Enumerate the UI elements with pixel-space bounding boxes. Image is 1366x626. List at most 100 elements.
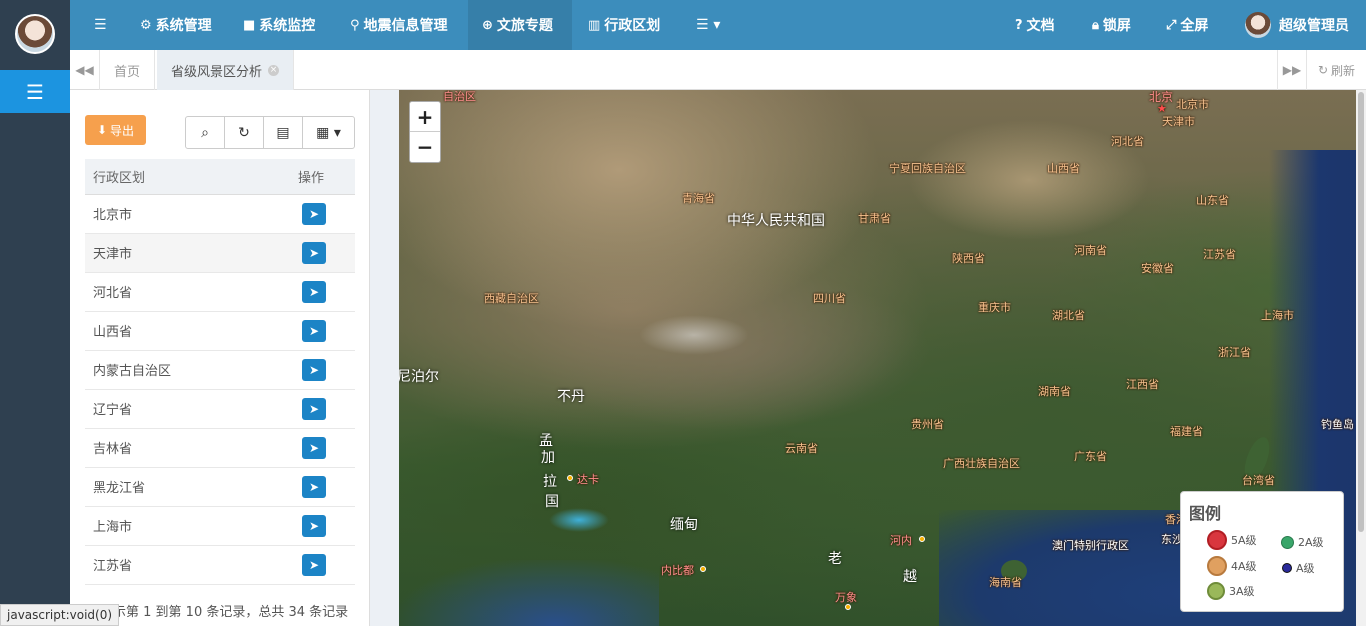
search-button[interactable]: ⌕ bbox=[186, 117, 225, 148]
table-row[interactable]: 吉林省 ➤ bbox=[85, 428, 355, 468]
table-row[interactable]: 辽宁省 ➤ bbox=[85, 389, 355, 429]
map-label-country: 不丹 bbox=[557, 389, 585, 405]
nav-more-dropdown[interactable]: ☰ ▾ bbox=[696, 0, 720, 50]
map-label: 西藏自治区 bbox=[484, 292, 539, 305]
map-label: 贵州省 bbox=[911, 418, 944, 431]
menu-toggle-button[interactable]: ☰ bbox=[94, 0, 107, 50]
user-avatar-small bbox=[1245, 12, 1271, 38]
zoom-out-button[interactable]: − bbox=[410, 132, 440, 162]
locate-button[interactable]: ➤ bbox=[302, 319, 326, 342]
paper-plane-icon: ➤ bbox=[308, 401, 320, 416]
zoom-in-button[interactable]: + bbox=[410, 102, 440, 132]
paper-plane-icon: ➤ bbox=[308, 362, 320, 377]
lock-icon: 🔒︎ bbox=[1092, 17, 1099, 33]
map-view[interactable]: 自治区 北京 ★ 北京市 天津市 河北省 宁夏回族自治区 山西省 青海省 中华人… bbox=[399, 90, 1356, 626]
region-cell: 河北省 bbox=[85, 272, 290, 312]
download-icon: ⬇ bbox=[96, 123, 108, 137]
paper-plane-icon: ➤ bbox=[308, 245, 320, 260]
tab-bar: ◀◀ 首页 省级风景区分析 × ▶▶ ↻ 刷新 bbox=[70, 50, 1366, 90]
locate-button[interactable]: ➤ bbox=[302, 358, 326, 381]
refresh-button[interactable]: ↻ 刷新 bbox=[1307, 50, 1366, 90]
map-label: 澳门特别行政区 bbox=[1052, 539, 1129, 552]
nav-item-culture-tourism[interactable]: ⊕ 文旅专题 bbox=[468, 0, 572, 50]
close-tab-icon[interactable]: × bbox=[268, 64, 280, 76]
nav-item-earthquake-info[interactable]: ⚲ 地震信息管理 bbox=[350, 0, 448, 50]
toggle-view-button[interactable]: ▤ bbox=[264, 117, 303, 148]
nav-item-administrative-division[interactable]: ▥ 行政区划 bbox=[588, 0, 660, 50]
locate-button[interactable]: ➤ bbox=[302, 397, 326, 420]
city-dot bbox=[919, 536, 925, 542]
refresh-icon: ↻ bbox=[1317, 63, 1329, 77]
forward-icon: ▶▶ bbox=[1282, 63, 1302, 77]
globe-icon: ⊕ bbox=[482, 17, 493, 33]
list-dropdown-icon: ☰ ▾ bbox=[696, 17, 721, 33]
map-label: 青海省 bbox=[682, 192, 715, 205]
map-label: 陕西省 bbox=[952, 252, 985, 265]
paper-plane-icon: ➤ bbox=[308, 518, 320, 533]
table-row[interactable]: 黑龙江省 ➤ bbox=[85, 467, 355, 507]
locate-button[interactable]: ➤ bbox=[302, 280, 326, 303]
table-row[interactable]: 江苏省 ➤ bbox=[85, 545, 355, 585]
locate-button[interactable]: ➤ bbox=[302, 514, 326, 537]
export-button[interactable]: ⬇ 导出 bbox=[85, 115, 146, 145]
region-cell: 天津市 bbox=[85, 233, 290, 273]
fullscreen-button[interactable]: ⤢ 全屏 bbox=[1166, 0, 1208, 50]
tab-scenic-area-analysis[interactable]: 省级风景区分析 × bbox=[157, 50, 295, 90]
scrollbar-thumb[interactable] bbox=[1358, 92, 1364, 532]
locate-button[interactable]: ➤ bbox=[302, 553, 326, 576]
locate-button[interactable]: ➤ bbox=[302, 241, 326, 264]
tabs-scroll-right-button[interactable]: ▶▶ bbox=[1277, 50, 1307, 90]
docs-link[interactable]: ? 文档 bbox=[1015, 0, 1055, 50]
map-label-capital: 达卡 bbox=[577, 473, 599, 486]
paper-plane-icon: ➤ bbox=[308, 440, 320, 455]
tab-home[interactable]: 首页 bbox=[100, 50, 156, 90]
hamburger-icon: ☰ bbox=[94, 17, 107, 33]
region-cell: 北京市 bbox=[85, 194, 290, 234]
map-label-country: 加 bbox=[541, 450, 555, 466]
table-row[interactable]: 北京市 ➤ bbox=[85, 194, 355, 234]
column-header-region[interactable]: 行政区划 bbox=[85, 159, 290, 195]
paper-plane-icon: ➤ bbox=[308, 323, 320, 338]
table-row[interactable]: 天津市 ➤ bbox=[85, 233, 355, 273]
city-dot bbox=[567, 475, 573, 481]
table-row[interactable]: 河北省 ➤ bbox=[85, 272, 355, 312]
refresh-table-button[interactable]: ↻ bbox=[225, 117, 264, 148]
column-header-action: 操作 bbox=[290, 159, 355, 195]
expand-icon: ⤢ bbox=[1166, 17, 1177, 33]
legend-title: 图例 bbox=[1189, 504, 1222, 523]
sidebar-toggle-button[interactable]: ☰ bbox=[0, 70, 70, 113]
legend-marker bbox=[1207, 556, 1227, 576]
map-label-country: 中华人民共和国 bbox=[727, 213, 825, 229]
search-icon: ⌕ bbox=[201, 124, 209, 141]
map-label: 天津市 bbox=[1162, 115, 1195, 128]
table-row[interactable]: 内蒙古自治区 ➤ bbox=[85, 350, 355, 390]
table-row[interactable]: 山西省 ➤ bbox=[85, 311, 355, 351]
nav-item-system-monitoring[interactable]: ■ 系统监控 bbox=[243, 0, 315, 50]
table-row[interactable]: 上海市 ➤ bbox=[85, 506, 355, 546]
nav-item-system-management[interactable]: ⚙ 系统管理 bbox=[140, 0, 212, 50]
map-label-country: 老 bbox=[828, 551, 842, 567]
bank-icon: ▥ bbox=[588, 17, 601, 33]
tabs-scroll-left-button[interactable]: ◀◀ bbox=[70, 50, 100, 90]
locate-button[interactable]: ➤ bbox=[302, 436, 326, 459]
region-cell: 吉林省 bbox=[85, 428, 290, 468]
map-label: 钓鱼岛 bbox=[1321, 418, 1354, 431]
video-camera-icon: ■ bbox=[243, 17, 256, 33]
map-label-country: 国 bbox=[545, 494, 559, 510]
locate-button[interactable]: ➤ bbox=[302, 202, 326, 225]
region-cell: 黑龙江省 bbox=[85, 467, 290, 507]
columns-dropdown-button[interactable]: ▦ ▾ bbox=[303, 117, 354, 148]
lock-screen-button[interactable]: 🔒︎ 锁屏 bbox=[1092, 0, 1131, 50]
top-navbar: ☰ ⚙ 系统管理 ■ 系统监控 ⚲ 地震信息管理 ⊕ 文旅专题 ▥ 行政区划 ☰ ▾ ? 文… bbox=[70, 0, 1366, 50]
user-avatar[interactable] bbox=[15, 14, 55, 54]
paper-plane-icon: ➤ bbox=[308, 557, 320, 572]
paper-plane-icon: ➤ bbox=[308, 284, 320, 299]
locate-button[interactable]: ➤ bbox=[302, 475, 326, 498]
map-label: 自治区 bbox=[443, 90, 476, 103]
map-label: 甘肃省 bbox=[858, 212, 891, 225]
user-menu[interactable]: 超级管理员 bbox=[1245, 0, 1349, 50]
vertical-scrollbar[interactable] bbox=[1356, 90, 1366, 626]
region-cell: 江苏省 bbox=[85, 545, 290, 585]
hamburger-icon: ☰ bbox=[26, 79, 44, 104]
region-cell: 内蒙古自治区 bbox=[85, 350, 290, 390]
